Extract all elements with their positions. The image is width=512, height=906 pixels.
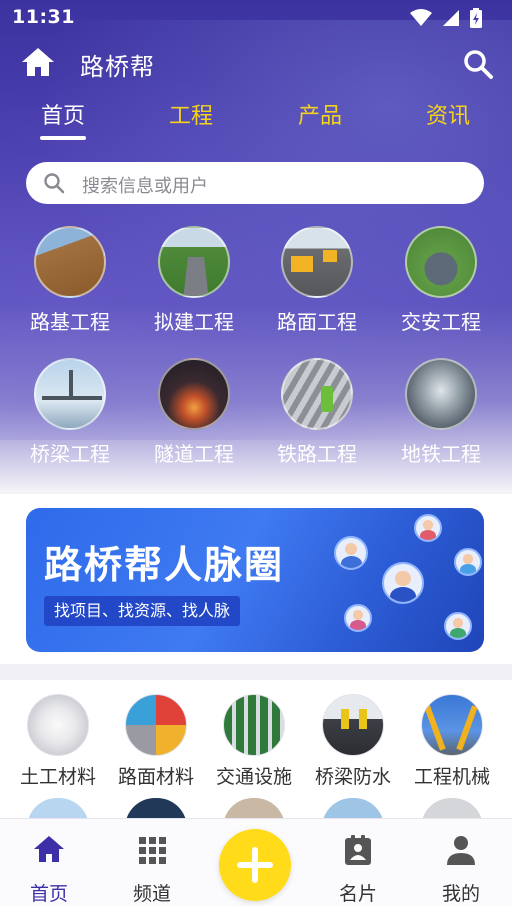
- network-circle-banner[interactable]: 路桥帮人脉圈 找项目、找资源、找人脉: [26, 508, 484, 652]
- bridge-waterproof-image: [322, 694, 384, 756]
- material-label: 路面材料: [117, 766, 194, 788]
- product-category-row: 土工材料 路面材料 交通设施 桥梁防水 工程机械: [0, 680, 512, 828]
- category-tunnel[interactable]: 隧道工程: [132, 358, 256, 467]
- tunnel-image: [158, 358, 230, 430]
- category-label: 铁路工程: [277, 442, 357, 466]
- hero-header: 11:31 路桥帮 首页 工程 产品 资讯 搜索信息或用户 路基工程 拟建工程 …: [0, 0, 512, 490]
- signal-icon: [443, 10, 459, 26]
- nav-label: 我的: [441, 883, 480, 905]
- active-tab-indicator: [40, 136, 86, 140]
- status-bar: 11:31: [0, 0, 512, 34]
- category-label: 路面工程: [277, 310, 357, 334]
- planned-road-image: [158, 226, 230, 298]
- avatar-bubble: [454, 548, 482, 576]
- wifi-icon: [410, 9, 432, 26]
- category-label: 地铁工程: [401, 442, 481, 466]
- search-placeholder: 搜索信息或用户: [82, 176, 208, 197]
- avatar-bubble: [444, 612, 472, 640]
- contact-card-icon: [345, 835, 371, 865]
- category-subway[interactable]: 地铁工程: [379, 358, 503, 467]
- plus-icon: [237, 847, 273, 883]
- category-label: 隧道工程: [154, 442, 234, 466]
- search-icon: [44, 173, 65, 194]
- nav-business-card[interactable]: 名片: [313, 833, 403, 906]
- category-pavement[interactable]: 路面工程: [255, 226, 379, 335]
- material-geotechnical[interactable]: 土工材料: [8, 694, 108, 789]
- avatar-bubble: [414, 514, 442, 542]
- nav-home[interactable]: 首页: [4, 833, 94, 906]
- material-label: 土工材料: [19, 766, 96, 788]
- material-machinery[interactable]: 工程机械: [402, 694, 502, 789]
- grid-icon: [139, 837, 166, 864]
- pavement-material-image: [125, 694, 187, 756]
- search-icon[interactable]: [462, 48, 494, 80]
- material-label: 桥梁防水: [314, 766, 391, 788]
- search-bar[interactable]: 搜索信息或用户: [26, 162, 484, 204]
- category-label: 路基工程: [30, 310, 110, 334]
- banner-title: 路桥帮人脉圈: [44, 543, 285, 587]
- material-label: 工程机械: [413, 766, 490, 788]
- traffic-facilities-image: [223, 694, 285, 756]
- machinery-image: [421, 694, 483, 756]
- subway-image: [405, 358, 477, 430]
- category-subgrade[interactable]: 路基工程: [8, 226, 132, 335]
- material-pavement[interactable]: 路面材料: [106, 694, 206, 789]
- category-label: 桥梁工程: [30, 442, 110, 466]
- tab-projects[interactable]: 工程: [151, 98, 231, 130]
- status-time: 11:31: [12, 6, 75, 28]
- app-bar: 路桥帮: [0, 40, 512, 86]
- battery-icon: [470, 8, 482, 28]
- nav-label: 名片: [338, 883, 377, 905]
- nav-label: 首页: [29, 883, 68, 905]
- tab-products[interactable]: 产品: [280, 98, 360, 130]
- status-icons: [410, 8, 482, 28]
- banner-section: 路桥帮人脉圈 找项目、找资源、找人脉: [0, 494, 512, 664]
- nav-channels[interactable]: 频道: [107, 833, 197, 906]
- category-label: 拟建工程: [154, 310, 234, 334]
- subgrade-image: [34, 226, 106, 298]
- banner-subtitle: 找项目、找资源、找人脉: [44, 596, 241, 626]
- material-traffic-facilities[interactable]: 交通设施: [204, 694, 304, 789]
- bridge-image: [34, 358, 106, 430]
- person-icon: [447, 836, 475, 865]
- nav-label: 频道: [132, 883, 171, 905]
- tab-news[interactable]: 资讯: [408, 98, 488, 130]
- category-traffic-safety[interactable]: 交安工程: [379, 226, 503, 335]
- tab-home[interactable]: 首页: [23, 98, 103, 130]
- geotechnical-image: [27, 694, 89, 756]
- publish-button[interactable]: [219, 829, 291, 901]
- material-label: 交通设施: [215, 766, 292, 788]
- top-tabs: 首页 工程 产品 资讯: [0, 98, 512, 142]
- home-icon[interactable]: [20, 44, 56, 80]
- home-icon: [34, 836, 64, 862]
- traffic-safety-image: [405, 226, 477, 298]
- bottom-navigation: 首页 频道 名片 我的: [0, 818, 512, 906]
- category-label: 交安工程: [401, 310, 481, 334]
- pavement-image: [281, 226, 353, 298]
- category-railway[interactable]: 铁路工程: [255, 358, 379, 467]
- category-bridge[interactable]: 桥梁工程: [8, 358, 132, 467]
- app-title: 路桥帮: [80, 53, 155, 81]
- category-planned[interactable]: 拟建工程: [132, 226, 256, 335]
- section-divider: [0, 664, 512, 680]
- avatar-bubble: [382, 562, 424, 604]
- railway-image: [281, 358, 353, 430]
- avatar-bubble: [344, 604, 372, 632]
- material-bridge-waterproof[interactable]: 桥梁防水: [303, 694, 403, 789]
- avatar-bubble: [334, 536, 368, 570]
- nav-profile[interactable]: 我的: [416, 833, 506, 906]
